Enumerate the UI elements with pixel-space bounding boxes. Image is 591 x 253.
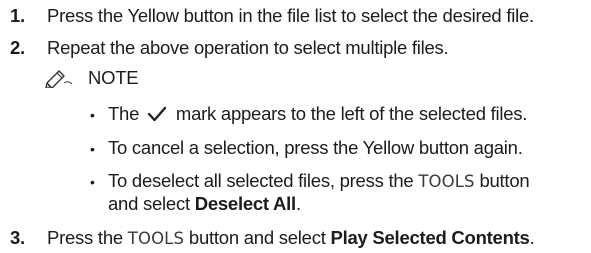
- step-number: 3.: [10, 227, 25, 248]
- note-label: NOTE: [88, 67, 139, 88]
- tools-keyword: TOOLS: [127, 229, 185, 248]
- bullet-text: The mark appears to the left of the sele…: [108, 103, 527, 125]
- bullet-text-post: button: [474, 170, 530, 191]
- bullet-text: To deselect all selected files, press th…: [108, 170, 530, 193]
- deselect-all-keyword: Deselect All: [194, 193, 296, 214]
- step-text: Press the TOOLS button and select Play S…: [47, 227, 535, 250]
- bullet-text-post: mark appears to the left of the selected…: [171, 103, 528, 124]
- step-number: 2.: [10, 37, 25, 58]
- bullet-dot: •: [90, 174, 95, 190]
- bullet-text-line2-pre: and select: [108, 193, 195, 214]
- step-text-post: .: [529, 227, 535, 248]
- tools-keyword: TOOLS: [418, 172, 475, 191]
- bullet-dot: •: [90, 107, 95, 123]
- play-selected-contents-keyword: Play Selected Contents: [330, 227, 530, 248]
- checkmark-icon: [147, 106, 167, 122]
- bullet-text-pre: To deselect all selected files, press th…: [108, 170, 419, 191]
- step-number: 1.: [10, 5, 25, 26]
- step-text-pre: Press the: [47, 227, 128, 248]
- bullet-text-line2: and select Deselect All.: [108, 193, 301, 215]
- bullet-text-line2-post: .: [295, 193, 301, 214]
- step-text-mid: button and select: [184, 227, 331, 248]
- pencil-note-icon: [45, 70, 73, 88]
- bullet-dot: •: [90, 141, 95, 157]
- step-text: Repeat the above operation to select mul…: [47, 37, 449, 58]
- step-text: Press the Yellow button in the file list…: [47, 5, 534, 26]
- bullet-text-pre: The: [108, 103, 145, 124]
- manual-instructions: 1. Press the Yellow button in the file l…: [0, 0, 591, 253]
- bullet-text: To cancel a selection, press the Yellow …: [108, 137, 523, 158]
